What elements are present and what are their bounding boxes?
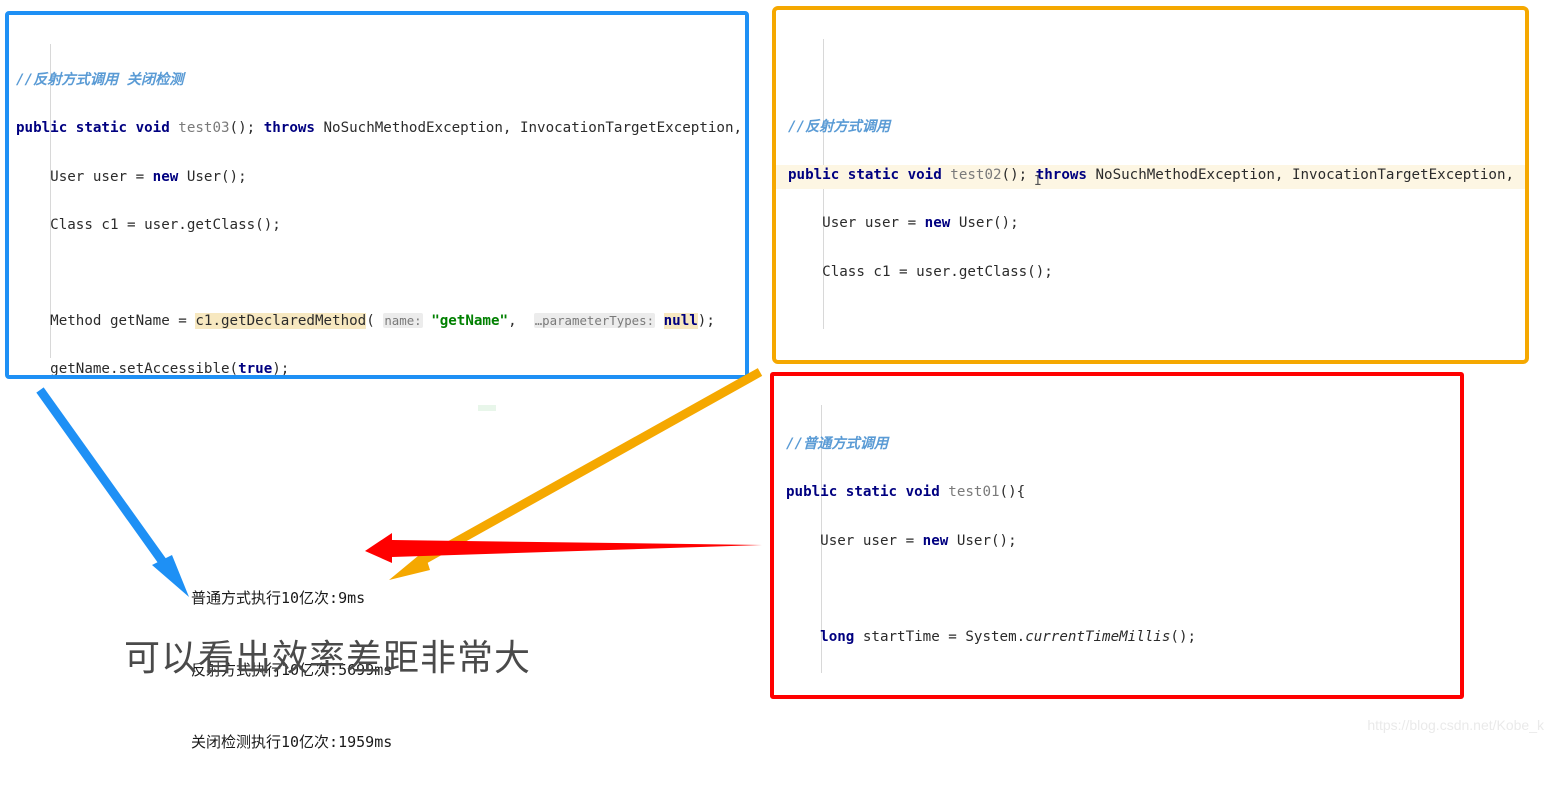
red-arrow-to-line1: [365, 533, 762, 563]
highlight-getdeclaredmethod: c1.getDeclaredMethod: [195, 313, 367, 330]
code-block-test03: //反射方式调用 关闭检测 public static void test03(…: [9, 15, 745, 378]
code-line-class-decl: Class c1 = user.getClass();: [50, 216, 281, 233]
code-line-getdeclaredmethod: Method getName = c1.getDeclaredMethod( n…: [788, 356, 1525, 364]
code-line-starttime: long startTime = System.currentTimeMilli…: [820, 628, 1197, 645]
code-line-signature: public static void test01(){: [786, 484, 1026, 501]
code-panel-test02: I //反射方式调用 public static void test02(); …: [772, 6, 1529, 364]
code-panel-test03: //反射方式调用 关闭检测 public static void test03(…: [5, 11, 749, 379]
code-line-user-decl: User user = new User();: [822, 215, 1019, 232]
blue-arrow-to-line3: [36, 387, 189, 597]
console-line-no-check: 关闭检测执行10亿次:1959ms: [191, 733, 393, 751]
conclusion-caption: 可以看出效率差距非常大: [124, 638, 532, 679]
stray-artifact: [478, 405, 496, 411]
code-line-comment: //普通方式调用: [786, 436, 889, 453]
watermark-url: https://blog.csdn.net/Kobe_k: [1367, 717, 1544, 733]
code-line-signature: public static void test03(); throws NoSu…: [16, 120, 743, 137]
code-panel-test01: //普通方式调用 public static void test01(){ Us…: [770, 372, 1464, 699]
orange-arrow-to-line2: [389, 368, 763, 580]
code-line-getdeclaredmethod: Method getName = c1.getDeclaredMethod( n…: [50, 313, 715, 330]
code-line-user-decl: User user = new User();: [820, 532, 1017, 549]
code-line-signature: public static void test02(); throws NoSu…: [788, 166, 1515, 183]
highlight-getdeclaredmethod: c1.getDeclaredMethod: [967, 360, 1138, 364]
code-line-setaccessible: getName.setAccessible(true);: [50, 361, 290, 378]
code-block-test01: //普通方式调用 public static void test01(){ Us…: [774, 376, 1460, 695]
code-line-comment: //反射方式调用 关闭检测: [16, 72, 184, 89]
slide-canvas: //反射方式调用 关闭检测 public static void test03(…: [0, 0, 1552, 751]
console-line-normal: 普通方式执行10亿次:9ms: [191, 589, 366, 607]
code-block-test02: I //反射方式调用 public static void test02(); …: [776, 10, 1525, 364]
code-line-comment: //反射方式调用: [788, 118, 891, 135]
code-line-user-decl: User user = new User();: [50, 168, 247, 185]
code-line-class-decl: Class c1 = user.getClass();: [822, 263, 1053, 280]
